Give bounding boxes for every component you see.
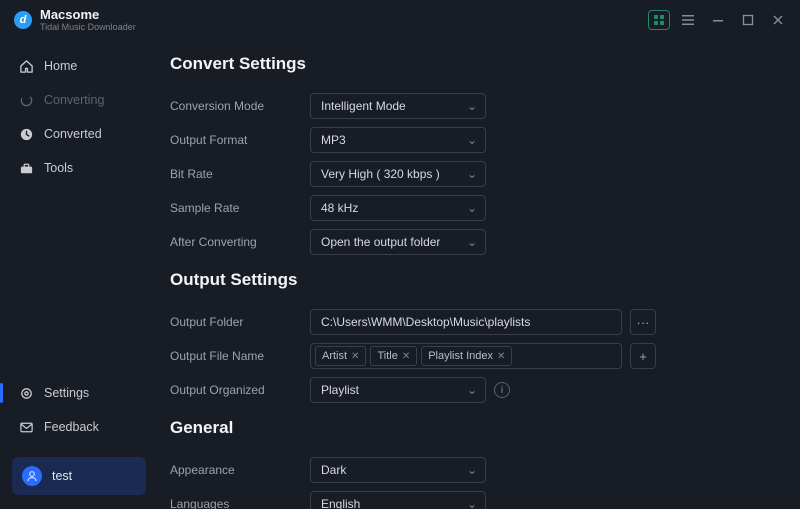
label-output-folder: Output Folder [170, 315, 310, 329]
sidebar-item-label: Home [44, 59, 77, 73]
select-appearance-value: Dark [321, 463, 346, 477]
spinner-icon [18, 92, 34, 108]
sidebar-item-label: Converting [44, 93, 104, 107]
select-languages-value: English [321, 497, 360, 509]
close-button[interactable] [766, 9, 790, 31]
sidebar-item-converted[interactable]: Converted [8, 118, 148, 150]
label-output-file-name: Output File Name [170, 349, 310, 363]
select-sample-rate[interactable]: 48 kHz ⌄ [310, 195, 486, 221]
mail-icon [18, 419, 34, 435]
select-output-format-value: MP3 [321, 133, 346, 147]
brand-subtitle: Tidal Music Downloader [40, 23, 136, 32]
sidebar-item-label: Feedback [44, 420, 99, 434]
filename-tag-label: Artist [322, 350, 347, 362]
titlebar-controls [648, 9, 790, 31]
section-title-convert: Convert Settings [170, 54, 772, 74]
chevron-down-icon: ⌄ [467, 463, 477, 477]
label-output-organized: Output Organized [170, 383, 310, 397]
select-bit-rate-value: Very High ( 320 kbps ) [321, 167, 440, 181]
select-appearance[interactable]: Dark ⌄ [310, 457, 486, 483]
brand: d Macsome Tidal Music Downloader [14, 8, 136, 32]
select-output-organized[interactable]: Playlist ⌄ [310, 377, 486, 403]
sidebar: Home Converting Converted Tools Settings Fee… [0, 40, 156, 509]
brand-name: Macsome [40, 8, 136, 21]
label-after-converting: After Converting [170, 235, 310, 249]
main-content: Convert Settings Conversion Mode Intelli… [156, 40, 800, 509]
maximize-button[interactable] [736, 9, 760, 31]
select-conversion-mode[interactable]: Intelligent Mode ⌄ [310, 93, 486, 119]
remove-tag-icon[interactable]: ✕ [402, 351, 410, 362]
clock-icon [18, 126, 34, 142]
sidebar-item-label: Converted [44, 127, 102, 141]
add-tag-button[interactable]: + [630, 343, 656, 369]
select-languages[interactable]: English ⌄ [310, 491, 486, 509]
select-output-format[interactable]: MP3 ⌄ [310, 127, 486, 153]
sidebar-item-feedback[interactable]: Feedback [8, 411, 148, 443]
menu-button[interactable] [676, 9, 700, 31]
label-sample-rate: Sample Rate [170, 201, 310, 215]
grid-view-button[interactable] [648, 10, 670, 30]
section-title-general: General [170, 418, 772, 438]
user-name: test [52, 469, 72, 483]
select-output-organized-value: Playlist [321, 383, 359, 397]
sidebar-item-converting[interactable]: Converting [8, 84, 148, 116]
filename-tags-box[interactable]: Artist ✕ Title ✕ Playlist Index ✕ [310, 343, 622, 369]
select-after-converting-value: Open the output folder [321, 235, 440, 249]
chevron-down-icon: ⌄ [467, 99, 477, 113]
toolbox-icon [18, 160, 34, 176]
user-chip[interactable]: test [12, 457, 146, 495]
select-conversion-mode-value: Intelligent Mode [321, 99, 406, 113]
filename-tag-label: Title [377, 350, 397, 362]
avatar-icon [22, 466, 42, 486]
sidebar-item-label: Tools [44, 161, 73, 175]
select-bit-rate[interactable]: Very High ( 320 kbps ) ⌄ [310, 161, 486, 187]
remove-tag-icon[interactable]: ✕ [351, 351, 359, 362]
section-title-output: Output Settings [170, 270, 772, 290]
sidebar-item-settings[interactable]: Settings [8, 377, 148, 409]
filename-tag[interactable]: Title ✕ [370, 346, 417, 366]
filename-tag[interactable]: Artist ✕ [315, 346, 366, 366]
titlebar: d Macsome Tidal Music Downloader [0, 0, 800, 40]
select-after-converting[interactable]: Open the output folder ⌄ [310, 229, 486, 255]
brand-logo-icon: d [14, 11, 32, 29]
chevron-down-icon: ⌄ [467, 235, 477, 249]
sidebar-item-tools[interactable]: Tools [8, 152, 148, 184]
input-output-folder[interactable] [310, 309, 622, 335]
sidebar-item-label: Settings [44, 386, 89, 400]
label-conversion-mode: Conversion Mode [170, 99, 310, 113]
minimize-button[interactable] [706, 9, 730, 31]
select-sample-rate-value: 48 kHz [321, 201, 358, 215]
chevron-down-icon: ⌄ [467, 133, 477, 147]
sidebar-item-home[interactable]: Home [8, 50, 148, 82]
filename-tag[interactable]: Playlist Index ✕ [421, 346, 512, 366]
browse-folder-button[interactable]: ··· [630, 309, 656, 335]
chevron-down-icon: ⌄ [467, 383, 477, 397]
label-languages: Languages [170, 497, 310, 509]
label-output-format: Output Format [170, 133, 310, 147]
chevron-down-icon: ⌄ [467, 167, 477, 181]
info-icon[interactable]: i [494, 382, 510, 398]
remove-tag-icon[interactable]: ✕ [497, 351, 505, 362]
label-bit-rate: Bit Rate [170, 167, 310, 181]
gear-icon [18, 385, 34, 401]
chevron-down-icon: ⌄ [467, 497, 477, 509]
home-icon [18, 58, 34, 74]
filename-tag-label: Playlist Index [428, 350, 493, 362]
label-appearance: Appearance [170, 463, 310, 477]
chevron-down-icon: ⌄ [467, 201, 477, 215]
